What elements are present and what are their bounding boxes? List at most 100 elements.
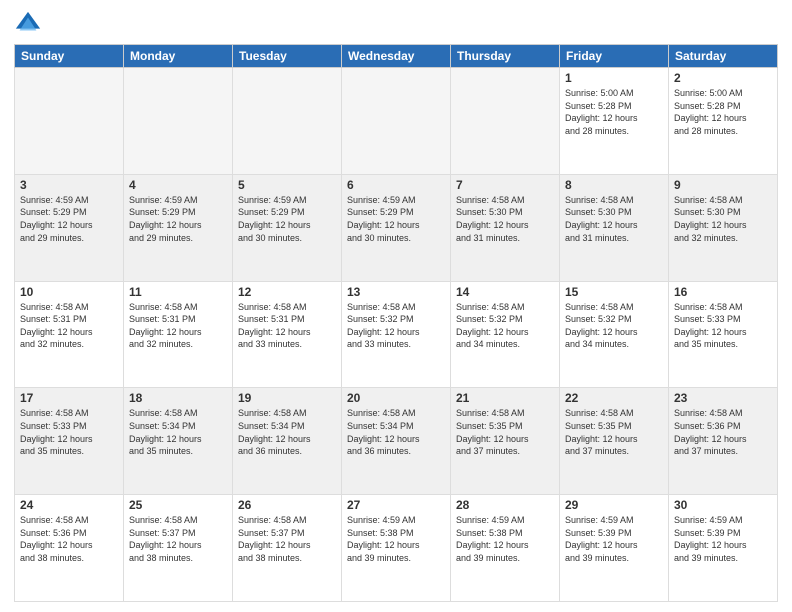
day-header-thursday: Thursday xyxy=(451,45,560,68)
day-header-friday: Friday xyxy=(560,45,669,68)
week-row-5: 24 Sunrise: 4:58 AM Sunset: 5:36 PM Dayli… xyxy=(15,495,778,602)
day-number: 19 xyxy=(238,391,336,405)
day-number: 27 xyxy=(347,498,445,512)
calendar-cell: 8Sunrise: 4:58 AM Sunset: 5:30 PM Daylig… xyxy=(560,174,669,281)
week-row-4: 17 Sunrise: 4:58 AM Sunset: 5:33 PM Dayli… xyxy=(15,388,778,495)
calendar-cell: 5Sunrise: 4:59 AM Sunset: 5:29 PM Daylig… xyxy=(233,174,342,281)
page: SundayMondayTuesdayWednesdayThursdayFrid… xyxy=(0,0,792,612)
cell-info: Sunrise: 4:58 AM Sunset: 5:33 PM Dayligh… xyxy=(20,407,118,457)
cell-info: Sunrise: 4:58 AM Sunset: 5:30 PM Dayligh… xyxy=(565,194,663,244)
cell-info: Sunrise: 4:58 AM Sunset: 5:31 PM Dayligh… xyxy=(238,301,336,351)
cell-info: Sunrise: 4:58 AM Sunset: 5:35 PM Dayligh… xyxy=(456,407,554,457)
day-number: 24 xyxy=(20,498,118,512)
day-number: 15 xyxy=(565,285,663,299)
cell-info: Sunrise: 5:00 AM Sunset: 5:28 PM Dayligh… xyxy=(674,87,772,137)
day-number: 9 xyxy=(674,178,772,192)
cell-info: Sunrise: 4:58 AM Sunset: 5:35 PM Dayligh… xyxy=(565,407,663,457)
cell-info: Sunrise: 4:58 AM Sunset: 5:32 PM Dayligh… xyxy=(565,301,663,351)
cell-info: Sunrise: 4:58 AM Sunset: 5:33 PM Dayligh… xyxy=(674,301,772,351)
calendar-cell: 27 Sunrise: 4:59 AM Sunset: 5:38 PM Dayli… xyxy=(342,495,451,602)
week-row-1: 1 Sunrise: 5:00 AM Sunset: 5:28 PM Daylig… xyxy=(15,68,778,175)
day-number: 30 xyxy=(674,498,772,512)
calendar-cell: 21 Sunrise: 4:58 AM Sunset: 5:35 PM Dayli… xyxy=(451,388,560,495)
calendar-cell: 13Sunrise: 4:58 AM Sunset: 5:32 PM Dayli… xyxy=(342,281,451,388)
cell-info: Sunrise: 4:58 AM Sunset: 5:34 PM Dayligh… xyxy=(347,407,445,457)
day-number: 17 xyxy=(20,391,118,405)
calendar-cell: 11 Sunrise: 4:58 AM Sunset: 5:31 PM Dayli… xyxy=(124,281,233,388)
calendar-cell: 26 Sunrise: 4:58 AM Sunset: 5:37 PM Dayli… xyxy=(233,495,342,602)
cell-info: Sunrise: 4:59 AM Sunset: 5:39 PM Dayligh… xyxy=(565,514,663,564)
cell-info: Sunrise: 4:58 AM Sunset: 5:32 PM Dayligh… xyxy=(456,301,554,351)
day-number: 20 xyxy=(347,391,445,405)
day-number: 29 xyxy=(565,498,663,512)
calendar-cell: 24 Sunrise: 4:58 AM Sunset: 5:36 PM Dayli… xyxy=(15,495,124,602)
calendar-cell: 12 Sunrise: 4:58 AM Sunset: 5:31 PM Dayli… xyxy=(233,281,342,388)
logo-icon xyxy=(14,10,42,38)
day-header-sunday: Sunday xyxy=(15,45,124,68)
calendar-cell xyxy=(233,68,342,175)
calendar-cell xyxy=(342,68,451,175)
header-row: SundayMondayTuesdayWednesdayThursdayFrid… xyxy=(15,45,778,68)
calendar-cell: 2 Sunrise: 5:00 AM Sunset: 5:28 PM Daylig… xyxy=(669,68,778,175)
day-number: 11 xyxy=(129,285,227,299)
calendar-cell: 10Sunrise: 4:58 AM Sunset: 5:31 PM Dayli… xyxy=(15,281,124,388)
day-number: 12 xyxy=(238,285,336,299)
cell-info: Sunrise: 4:58 AM Sunset: 5:34 PM Dayligh… xyxy=(238,407,336,457)
calendar-cell: 4 Sunrise: 4:59 AM Sunset: 5:29 PM Daylig… xyxy=(124,174,233,281)
day-header-monday: Monday xyxy=(124,45,233,68)
day-number: 7 xyxy=(456,178,554,192)
week-row-2: 3 Sunrise: 4:59 AM Sunset: 5:29 PM Daylig… xyxy=(15,174,778,281)
day-number: 6 xyxy=(347,178,445,192)
day-header-wednesday: Wednesday xyxy=(342,45,451,68)
calendar-cell: 16 Sunrise: 4:58 AM Sunset: 5:33 PM Dayli… xyxy=(669,281,778,388)
week-row-3: 10 Sunrise: 4:58 AM Sunset: 5:31 PM Dayli… xyxy=(15,281,778,388)
calendar-cell xyxy=(15,68,124,175)
calendar-cell: 28Sunrise: 4:59 AM Sunset: 5:38 PM Dayli… xyxy=(451,495,560,602)
day-number: 3 xyxy=(20,178,118,192)
day-number: 25 xyxy=(129,498,227,512)
cell-info: Sunrise: 4:58 AM Sunset: 5:36 PM Dayligh… xyxy=(20,514,118,564)
cell-info: Sunrise: 4:58 AM Sunset: 5:37 PM Dayligh… xyxy=(129,514,227,564)
calendar-cell: 3 Sunrise: 4:59 AM Sunset: 5:29 PM Daylig… xyxy=(15,174,124,281)
day-number: 23 xyxy=(674,391,772,405)
calendar-cell: 9 Sunrise: 4:58 AM Sunset: 5:30 PM Daylig… xyxy=(669,174,778,281)
day-number: 4 xyxy=(129,178,227,192)
calendar-cell: 20 Sunrise: 4:58 AM Sunset: 5:34 PM Dayli… xyxy=(342,388,451,495)
day-number: 21 xyxy=(456,391,554,405)
calendar-cell: 29 Sunrise: 4:59 AM Sunset: 5:39 PM Dayli… xyxy=(560,495,669,602)
cell-info: Sunrise: 4:59 AM Sunset: 5:38 PM Dayligh… xyxy=(456,514,554,564)
calendar-cell: 30 Sunrise: 4:59 AM Sunset: 5:39 PM Dayli… xyxy=(669,495,778,602)
day-number: 18 xyxy=(129,391,227,405)
day-number: 2 xyxy=(674,71,772,85)
cell-info: Sunrise: 4:58 AM Sunset: 5:34 PM Dayligh… xyxy=(129,407,227,457)
calendar-cell: 25 Sunrise: 4:58 AM Sunset: 5:37 PM Dayli… xyxy=(124,495,233,602)
cell-info: Sunrise: 4:59 AM Sunset: 5:39 PM Dayligh… xyxy=(674,514,772,564)
calendar-cell: 6 Sunrise: 4:59 AM Sunset: 5:29 PM Daylig… xyxy=(342,174,451,281)
calendar-cell: 17 Sunrise: 4:58 AM Sunset: 5:33 PM Dayli… xyxy=(15,388,124,495)
day-number: 26 xyxy=(238,498,336,512)
cell-info: Sunrise: 4:58 AM Sunset: 5:36 PM Dayligh… xyxy=(674,407,772,457)
day-number: 1 xyxy=(565,71,663,85)
cell-info: Sunrise: 4:58 AM Sunset: 5:37 PM Dayligh… xyxy=(238,514,336,564)
calendar-table: SundayMondayTuesdayWednesdayThursdayFrid… xyxy=(14,44,778,602)
cell-info: Sunrise: 4:58 AM Sunset: 5:31 PM Dayligh… xyxy=(129,301,227,351)
calendar-cell: 23 Sunrise: 4:58 AM Sunset: 5:36 PM Dayli… xyxy=(669,388,778,495)
calendar-cell xyxy=(124,68,233,175)
cell-info: Sunrise: 4:59 AM Sunset: 5:29 PM Dayligh… xyxy=(129,194,227,244)
day-number: 10 xyxy=(20,285,118,299)
cell-info: Sunrise: 4:59 AM Sunset: 5:29 PM Dayligh… xyxy=(347,194,445,244)
calendar-cell: 15 Sunrise: 4:58 AM Sunset: 5:32 PM Dayli… xyxy=(560,281,669,388)
cell-info: Sunrise: 4:58 AM Sunset: 5:30 PM Dayligh… xyxy=(674,194,772,244)
day-number: 16 xyxy=(674,285,772,299)
cell-info: Sunrise: 4:58 AM Sunset: 5:30 PM Dayligh… xyxy=(456,194,554,244)
cell-info: Sunrise: 4:59 AM Sunset: 5:29 PM Dayligh… xyxy=(20,194,118,244)
cell-info: Sunrise: 4:59 AM Sunset: 5:38 PM Dayligh… xyxy=(347,514,445,564)
calendar-cell: 19 Sunrise: 4:58 AM Sunset: 5:34 PM Dayli… xyxy=(233,388,342,495)
calendar-cell: 14Sunrise: 4:58 AM Sunset: 5:32 PM Dayli… xyxy=(451,281,560,388)
header xyxy=(14,10,778,38)
day-header-saturday: Saturday xyxy=(669,45,778,68)
calendar-cell xyxy=(451,68,560,175)
calendar-cell: 1Sunrise: 5:00 AM Sunset: 5:28 PM Daylig… xyxy=(560,68,669,175)
day-header-tuesday: Tuesday xyxy=(233,45,342,68)
cell-info: Sunrise: 4:59 AM Sunset: 5:29 PM Dayligh… xyxy=(238,194,336,244)
